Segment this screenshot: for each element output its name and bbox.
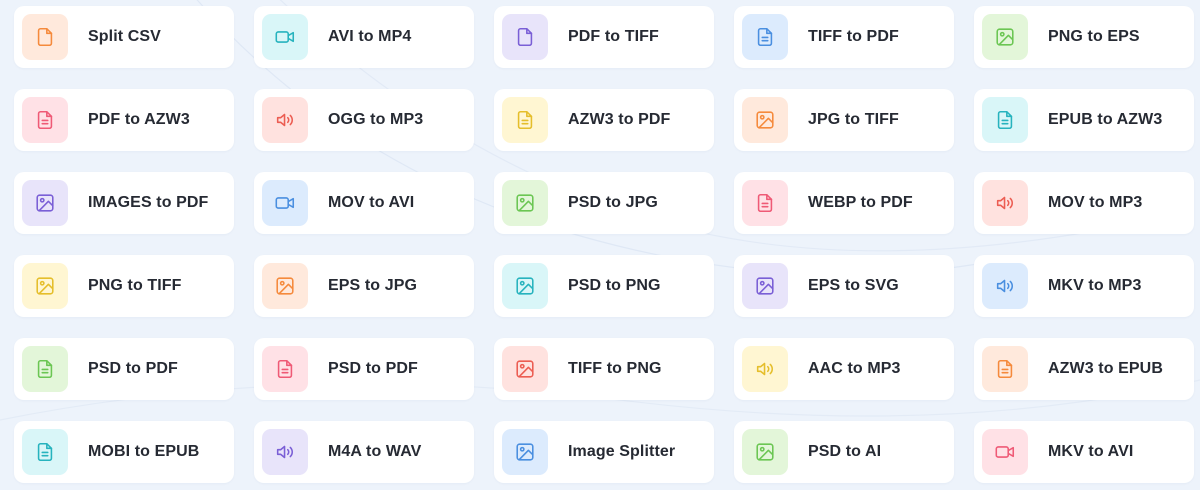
tool-card-azw3-to-epub[interactable]: AZW3 to EPUB <box>974 338 1194 400</box>
document-icon <box>502 97 548 143</box>
file-icon <box>502 14 548 60</box>
tool-card-images-to-pdf[interactable]: IMAGES to PDF <box>14 172 234 234</box>
document-icon <box>742 14 788 60</box>
tool-label: MOV to AVI <box>328 194 415 211</box>
image-icon <box>22 263 68 309</box>
tool-label: PDF to TIFF <box>568 28 659 45</box>
tool-card-mov-to-mp3[interactable]: MOV to MP3 <box>974 172 1194 234</box>
tool-card-eps-to-svg[interactable]: EPS to SVG <box>734 255 954 317</box>
image-icon <box>742 263 788 309</box>
image-icon <box>742 429 788 475</box>
tool-label: MOV to MP3 <box>1048 194 1143 211</box>
tool-card-azw3-to-pdf[interactable]: AZW3 to PDF <box>494 89 714 151</box>
tool-card-aac-to-mp3[interactable]: AAC to MP3 <box>734 338 954 400</box>
tool-card-psd-to-png[interactable]: PSD to PNG <box>494 255 714 317</box>
tool-card-epub-to-azw3[interactable]: EPUB to AZW3 <box>974 89 1194 151</box>
tool-label: Split CSV <box>88 28 161 45</box>
tool-card-eps-to-jpg[interactable]: EPS to JPG <box>254 255 474 317</box>
tool-label: AZW3 to PDF <box>568 111 671 128</box>
tool-label: TIFF to PDF <box>808 28 899 45</box>
tool-label: MKV to MP3 <box>1048 277 1142 294</box>
image-icon <box>262 263 308 309</box>
tool-card-pdf-to-tiff[interactable]: PDF to TIFF <box>494 6 714 68</box>
document-icon <box>262 346 308 392</box>
tool-label: PDF to AZW3 <box>88 111 190 128</box>
video-icon <box>262 14 308 60</box>
tool-card-psd-to-jpg[interactable]: PSD to JPG <box>494 172 714 234</box>
tool-label: AVI to MP4 <box>328 28 412 45</box>
document-icon <box>982 346 1028 392</box>
file-icon <box>22 14 68 60</box>
document-icon <box>982 97 1028 143</box>
tool-card-webp-to-pdf[interactable]: WEBP to PDF <box>734 172 954 234</box>
document-icon <box>22 97 68 143</box>
tool-label: IMAGES to PDF <box>88 194 209 211</box>
image-icon <box>22 180 68 226</box>
tool-grid: Split CSV AVI to MP4 PDF to TIFF TIFF to PD… <box>14 6 1194 483</box>
tool-card-ogg-to-mp3[interactable]: OGG to MP3 <box>254 89 474 151</box>
tool-label: JPG to TIFF <box>808 111 899 128</box>
tool-card-png-to-tiff[interactable]: PNG to TIFF <box>14 255 234 317</box>
tool-label: PSD to PDF <box>88 360 178 377</box>
tool-label: Image Splitter <box>568 443 676 460</box>
tool-label: M4A to WAV <box>328 443 422 460</box>
tool-label: PSD to PNG <box>568 277 661 294</box>
tool-label: TIFF to PNG <box>568 360 662 377</box>
document-icon <box>22 429 68 475</box>
video-icon <box>262 180 308 226</box>
tool-card-psd-to-pdf-green[interactable]: PSD to PDF <box>14 338 234 400</box>
document-icon <box>22 346 68 392</box>
tool-label: MOBI to EPUB <box>88 443 200 460</box>
audio-icon <box>262 429 308 475</box>
tool-label: PSD to AI <box>808 443 882 460</box>
audio-icon <box>262 97 308 143</box>
document-icon <box>742 180 788 226</box>
tool-label: EPS to SVG <box>808 277 899 294</box>
tool-card-pdf-to-azw3[interactable]: PDF to AZW3 <box>14 89 234 151</box>
audio-icon <box>982 263 1028 309</box>
tool-label: PNG to TIFF <box>88 277 182 294</box>
image-icon <box>742 97 788 143</box>
audio-icon <box>982 180 1028 226</box>
tool-label: WEBP to PDF <box>808 194 913 211</box>
image-icon <box>502 346 548 392</box>
image-icon <box>982 14 1028 60</box>
tool-card-psd-to-pdf-pink[interactable]: PSD to PDF <box>254 338 474 400</box>
tool-card-mobi-to-epub[interactable]: MOBI to EPUB <box>14 421 234 483</box>
tool-card-image-splitter[interactable]: Image Splitter <box>494 421 714 483</box>
tool-card-m4a-to-wav[interactable]: M4A to WAV <box>254 421 474 483</box>
tool-card-split-csv[interactable]: Split CSV <box>14 6 234 68</box>
tool-label: OGG to MP3 <box>328 111 424 128</box>
tool-card-mkv-to-mp3[interactable]: MKV to MP3 <box>974 255 1194 317</box>
tool-label: PSD to JPG <box>568 194 658 211</box>
tool-label: PNG to EPS <box>1048 28 1140 45</box>
tool-label: MKV to AVI <box>1048 443 1134 460</box>
tool-label: AAC to MP3 <box>808 360 901 377</box>
image-icon <box>502 263 548 309</box>
tool-card-tiff-to-png[interactable]: TIFF to PNG <box>494 338 714 400</box>
tool-card-psd-to-ai[interactable]: PSD to AI <box>734 421 954 483</box>
tool-label: PSD to PDF <box>328 360 418 377</box>
tool-card-jpg-to-tiff[interactable]: JPG to TIFF <box>734 89 954 151</box>
tool-card-mkv-to-avi[interactable]: MKV to AVI <box>974 421 1194 483</box>
tool-card-mov-to-avi[interactable]: MOV to AVI <box>254 172 474 234</box>
image-icon <box>502 180 548 226</box>
tool-card-png-to-eps[interactable]: PNG to EPS <box>974 6 1194 68</box>
tool-label: EPUB to AZW3 <box>1048 111 1163 128</box>
tool-card-tiff-to-pdf[interactable]: TIFF to PDF <box>734 6 954 68</box>
video-icon <box>982 429 1028 475</box>
tool-label: EPS to JPG <box>328 277 418 294</box>
image-icon <box>502 429 548 475</box>
tool-card-avi-to-mp4[interactable]: AVI to MP4 <box>254 6 474 68</box>
audio-icon <box>742 346 788 392</box>
tool-label: AZW3 to EPUB <box>1048 360 1163 377</box>
